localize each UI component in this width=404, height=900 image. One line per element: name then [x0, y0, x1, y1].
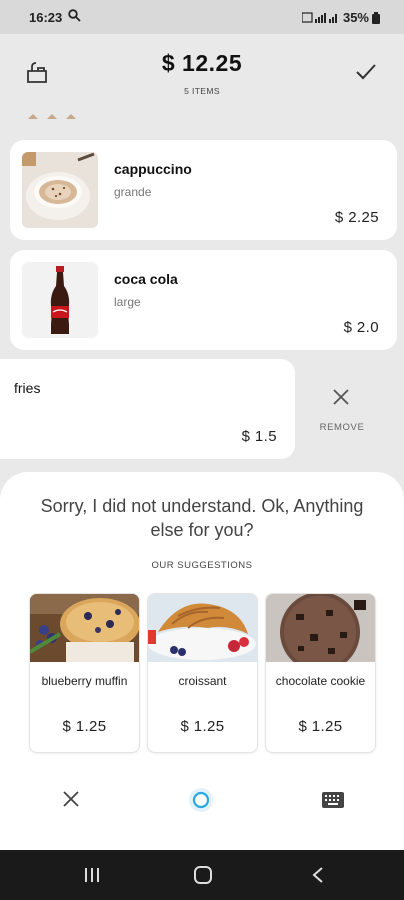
- keyboard-icon[interactable]: [322, 792, 344, 808]
- suggestion-price: $ 1.25: [180, 718, 225, 735]
- item-size: large: [114, 295, 141, 309]
- order-item-fries[interactable]: fries $ 1.5: [0, 359, 295, 459]
- status-bar: 16:23 35%: [0, 0, 404, 34]
- status-time: 16:23: [29, 10, 63, 25]
- suggestion-price: $ 1.25: [62, 718, 107, 735]
- item-name: fries: [14, 380, 41, 396]
- assistant-message: Sorry, I did not understand. Ok, Anythin…: [40, 496, 364, 540]
- item-price: $ 2.0: [343, 319, 379, 336]
- suggestion-name: chocolate cookie: [275, 674, 366, 688]
- suggestion-card-blueberry-muffin[interactable]: blueberry muffin $ 1.25: [30, 594, 139, 752]
- system-navigation-bar: [0, 850, 404, 900]
- home-icon[interactable]: [193, 866, 213, 884]
- close-icon: [333, 389, 349, 405]
- suggestion-name: croissant: [178, 674, 227, 688]
- item-price: $ 1.5: [241, 428, 277, 445]
- suggestion-name: blueberry muffin: [41, 674, 128, 688]
- recent-apps-icon[interactable]: [83, 866, 101, 884]
- assistant-panel: Sorry, I did not understand. Ok, Anythin…: [0, 472, 404, 850]
- suggestion-card-croissant[interactable]: croissant $ 1.25: [148, 594, 257, 752]
- remove-label: REMOVE: [319, 422, 365, 433]
- blueberry-muffin-image: [30, 594, 139, 662]
- item-name: cappuccino: [114, 161, 192, 177]
- checkmark-icon[interactable]: [355, 62, 377, 82]
- status-indicators: 35%: [301, 10, 380, 25]
- signal-icon: [301, 12, 337, 23]
- coca-cola-image: [22, 262, 98, 338]
- order-item-cappuccino[interactable]: cappuccino grande $ 2.25: [10, 140, 397, 240]
- item-size: grande: [114, 185, 152, 199]
- microphone-icon[interactable]: [189, 788, 213, 812]
- remove-button[interactable]: REMOVE: [300, 380, 384, 450]
- battery-percent: 35%: [342, 10, 369, 25]
- order-header: $ 12.25 5 ITEMS: [0, 34, 404, 118]
- search-icon: [68, 9, 81, 22]
- suggestion-card-chocolate-cookie[interactable]: chocolate cookie $ 1.25: [266, 594, 375, 752]
- order-item-coca-cola[interactable]: coca cola large $ 2.0: [10, 250, 397, 350]
- battery-icon: [372, 11, 380, 24]
- suggestions-title: OUR SUGGESTIONS: [151, 560, 253, 571]
- receipt-edge: [0, 110, 404, 124]
- back-icon[interactable]: [311, 866, 325, 884]
- chocolate-cookie-image: [266, 594, 375, 662]
- cappuccino-image: [22, 152, 98, 228]
- croissant-image: [148, 594, 257, 662]
- item-price: $ 2.25: [334, 209, 379, 226]
- item-name: coca cola: [114, 271, 178, 287]
- close-icon[interactable]: [62, 790, 80, 808]
- item-count: 5 ITEMS: [184, 86, 220, 96]
- order-total: $ 12.25: [161, 50, 243, 76]
- suggestion-price: $ 1.25: [298, 718, 343, 735]
